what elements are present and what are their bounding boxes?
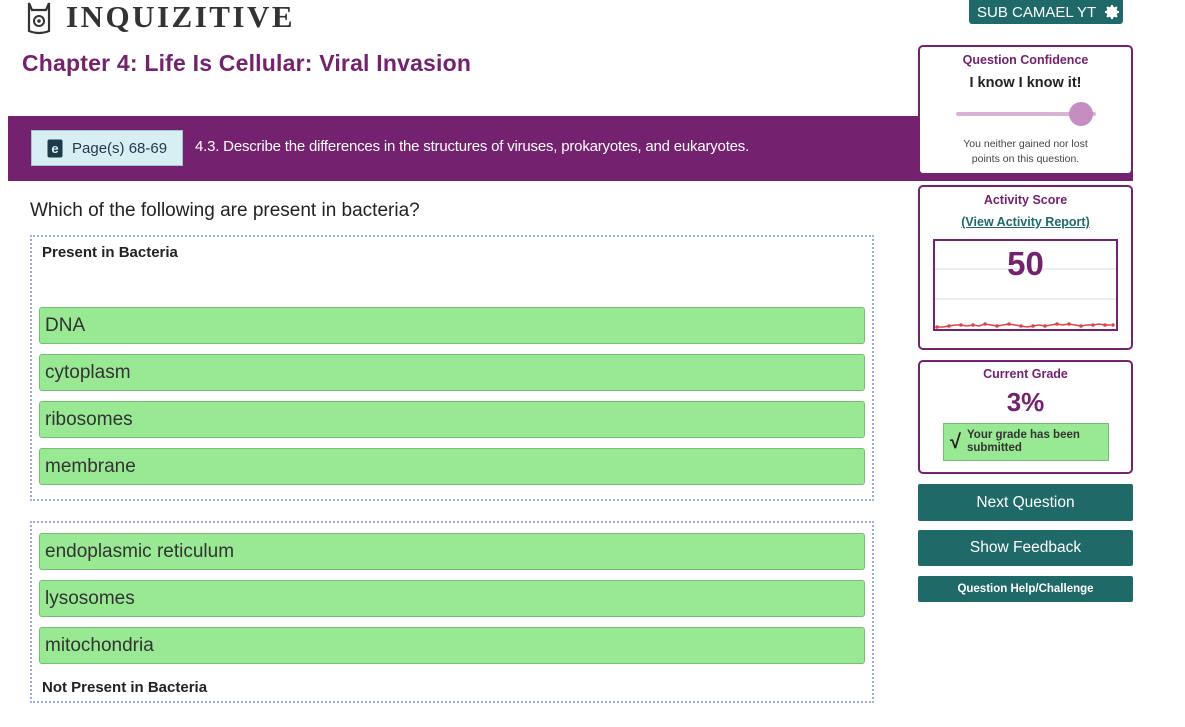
pages-label: Page(s) 68-69 <box>72 139 168 157</box>
question-help-button[interactable]: Question Help/Challenge <box>918 576 1133 602</box>
answer-item-cytoplasm[interactable]: cytoplasm <box>39 354 865 391</box>
question-prompt: Which of the following are present in ba… <box>30 200 420 221</box>
activity-score-value: 50 <box>1007 245 1044 282</box>
current-grade-value: 3% <box>1006 387 1045 417</box>
confidence-heading: Question Confidence <box>962 53 1089 67</box>
confidence-level: I know I know it! <box>969 75 1082 91</box>
score-trend-line <box>937 323 1111 328</box>
answer-item-mitochondria[interactable]: mitochondria <box>39 627 865 664</box>
brand-wordmark: INQUIZITIVE <box>66 0 296 34</box>
ebook-pages-button[interactable]: e Page(s) 68-69 <box>31 130 183 166</box>
grade-submitted-badge: √ Your grade has been submitted <box>943 423 1109 461</box>
inquizitive-logo: INQUIZITIVE <box>24 0 295 36</box>
answer-item-ribosomes[interactable]: ribosomes <box>39 401 865 438</box>
checkmark-icon: √ <box>950 430 961 453</box>
answer-item-lysosomes[interactable]: lysosomes <box>39 580 865 617</box>
slider-thumb[interactable] <box>1069 102 1093 126</box>
user-menu-button[interactable]: SUB CAMAEL YT <box>969 0 1123 24</box>
chapter-title: Chapter 4: Life Is Cellular: Viral Invas… <box>22 50 472 76</box>
objective-text: 4.3. Describe the differences in the str… <box>195 138 750 155</box>
answer-item-dna[interactable]: DNA <box>39 307 865 344</box>
answer-item-membrane[interactable]: membrane <box>39 448 865 485</box>
confidence-slider[interactable] <box>956 101 1096 127</box>
activity-report-link[interactable]: (View Activity Report) <box>918 215 1133 229</box>
absent-zone-label: Not Present in Bacteria <box>42 679 208 696</box>
answer-item-endoplasmic-reticulum[interactable]: endoplasmic reticulum <box>39 533 865 570</box>
gear-icon <box>1105 4 1120 20</box>
next-question-button[interactable]: Next Question <box>918 484 1133 521</box>
owl-mascot-icon <box>27 2 51 35</box>
svg-text:e: e <box>51 141 58 156</box>
grade-submitted-text: Your grade has been submitted <box>966 429 1080 454</box>
confidence-note: You neither gained nor lost points on th… <box>963 138 1088 165</box>
present-zone-label: Present in Bacteria <box>42 244 178 261</box>
ebook-icon: e <box>47 139 63 157</box>
current-grade-heading: Current Grade <box>983 367 1068 381</box>
show-feedback-button[interactable]: Show Feedback <box>918 530 1133 566</box>
activity-score-heading: Activity Score <box>983 193 1068 207</box>
user-menu-label: SUB CAMAEL YT <box>977 3 1097 21</box>
